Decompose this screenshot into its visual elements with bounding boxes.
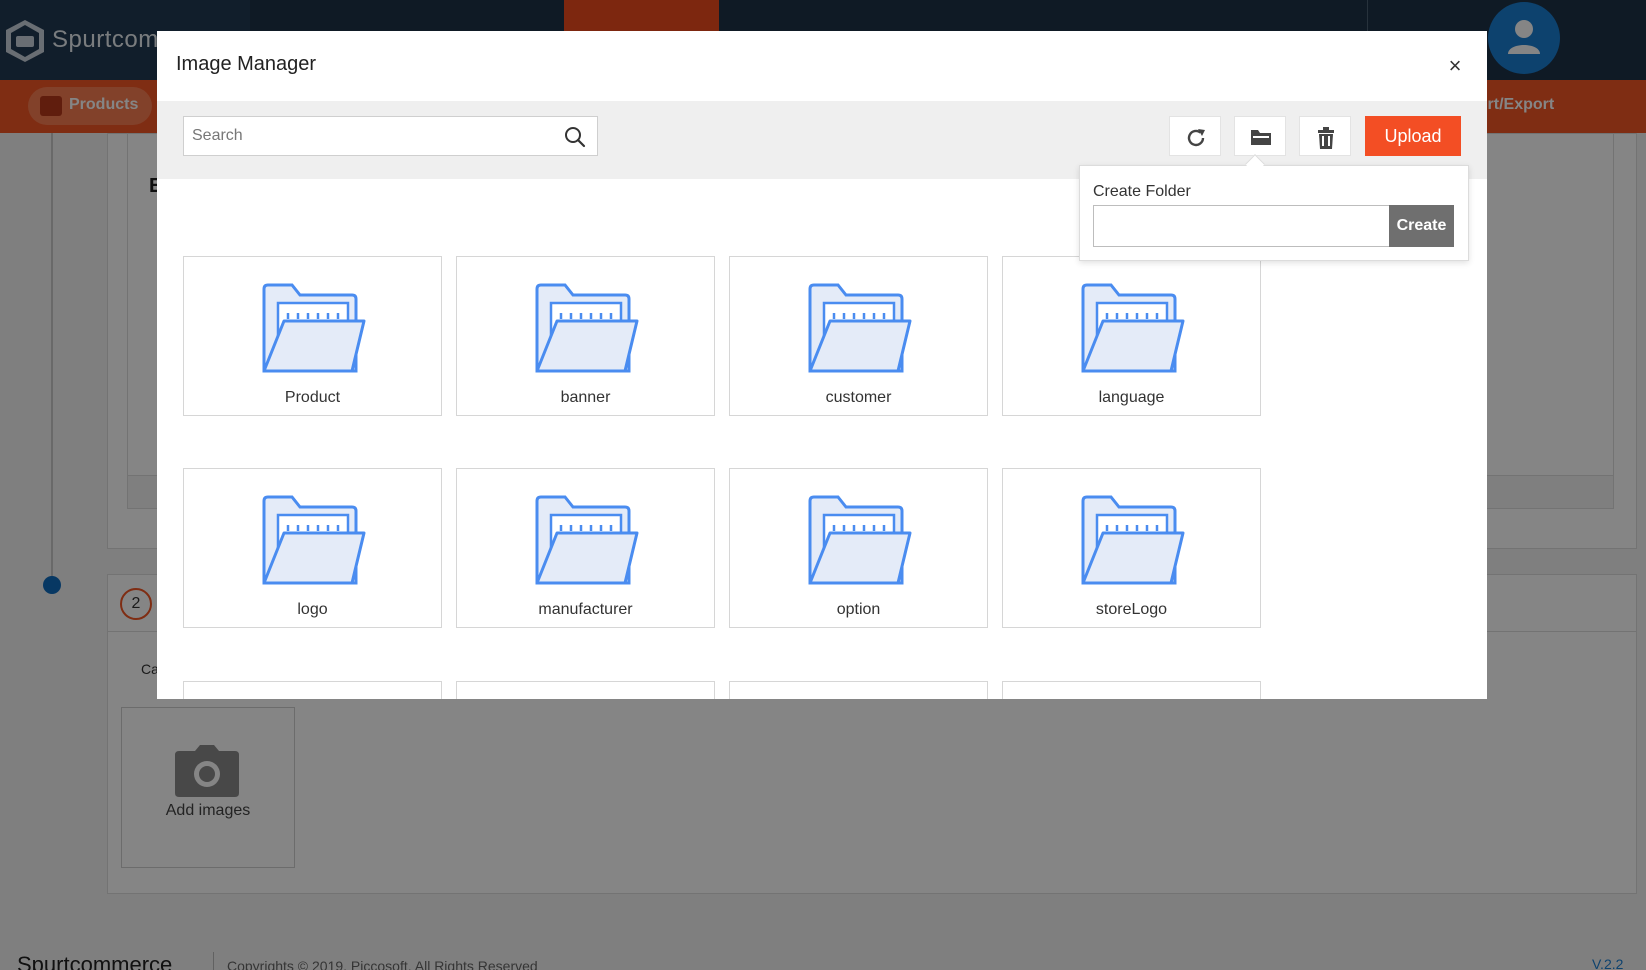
refresh-button[interactable] bbox=[1169, 116, 1221, 156]
folder-name-input[interactable] bbox=[1093, 205, 1390, 247]
folder-tile[interactable]: banner bbox=[456, 256, 715, 416]
folder-icon bbox=[1081, 283, 1185, 373]
folder-tile[interactable]: Product bbox=[183, 256, 442, 416]
folder-name: option bbox=[836, 601, 881, 618]
trash-icon bbox=[1318, 127, 1334, 149]
close-icon[interactable]: × bbox=[1444, 55, 1466, 77]
folder-tile[interactable] bbox=[183, 681, 442, 699]
folder-icon bbox=[808, 283, 912, 373]
delete-button[interactable] bbox=[1299, 116, 1351, 156]
folder-name: language bbox=[1098, 389, 1165, 406]
folder-open-icon bbox=[1251, 130, 1271, 145]
folder-name: logo bbox=[297, 601, 328, 618]
folder-tile[interactable]: option bbox=[729, 468, 988, 628]
folder-name: Product bbox=[284, 389, 341, 406]
search-icon[interactable] bbox=[564, 126, 586, 148]
folder-name: banner bbox=[560, 389, 611, 406]
folder-name: storeLogo bbox=[1095, 601, 1168, 618]
create-folder-button[interactable] bbox=[1234, 116, 1286, 156]
folder-tile[interactable] bbox=[729, 681, 988, 699]
folder-tile[interactable] bbox=[1002, 681, 1261, 699]
create-folder-title: Create Folder bbox=[1093, 183, 1191, 200]
folder-icon bbox=[1081, 495, 1185, 585]
image-manager-modal: Image Manager × Upload bbox=[157, 31, 1487, 699]
upload-button[interactable]: Upload bbox=[1365, 116, 1461, 156]
folder-icon bbox=[808, 495, 912, 585]
folder-name: manufacturer bbox=[538, 601, 633, 618]
refresh-icon bbox=[1187, 129, 1205, 147]
modal-title: Image Manager bbox=[176, 53, 317, 75]
folder-tile[interactable]: manufacturer bbox=[456, 468, 715, 628]
folder-icon bbox=[535, 495, 639, 585]
search-box bbox=[183, 116, 598, 156]
search-input[interactable] bbox=[192, 125, 552, 147]
folder-icon bbox=[262, 495, 366, 585]
folder-tile[interactable]: language bbox=[1002, 256, 1261, 416]
folder-tile[interactable] bbox=[456, 681, 715, 699]
folder-icon bbox=[535, 283, 639, 373]
folder-icon bbox=[262, 283, 366, 373]
folder-name: customer bbox=[825, 389, 892, 406]
folder-tile[interactable]: storeLogo bbox=[1002, 468, 1261, 628]
folder-tile[interactable]: logo bbox=[183, 468, 442, 628]
folder-tile[interactable]: customer bbox=[729, 256, 988, 416]
create-folder-submit-button[interactable]: Create bbox=[1389, 205, 1454, 247]
